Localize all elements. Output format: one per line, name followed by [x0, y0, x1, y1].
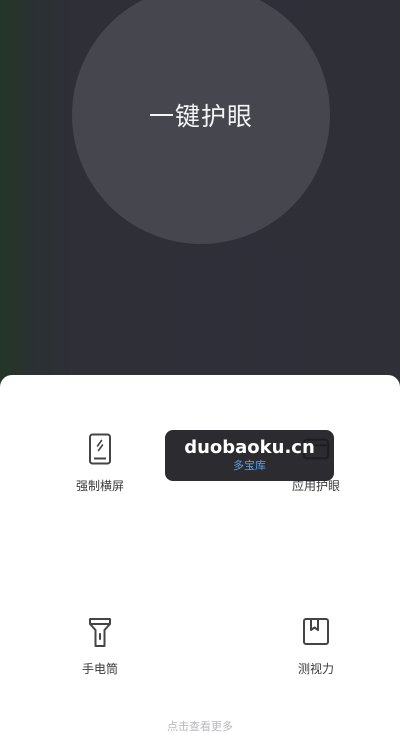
tools-sheet: 强制横屏 应用护眼 手电筒 测视力 [0, 375, 400, 735]
watermark-overlay: duobaoku.cn 多宝库 [165, 430, 334, 481]
vision-test-label: 测视力 [297, 662, 334, 676]
flashlight-button[interactable]: 手电筒 [40, 615, 160, 677]
eye-protect-button-label: 一键护眼 [148, 102, 253, 131]
force-landscape-label: 强制横屏 [75, 479, 124, 493]
watermark-site: duobaoku.cn [184, 437, 315, 458]
view-more-link[interactable]: 点击查看更多 [0, 718, 400, 734]
one-click-eye-protect-button[interactable]: 一键护眼 [72, 0, 330, 244]
phone-rotate-icon [86, 432, 114, 466]
vision-test-button[interactable]: 测视力 [256, 615, 376, 677]
book-bookmark-icon [302, 615, 330, 649]
flashlight-label: 手电筒 [81, 662, 118, 676]
force-landscape-button[interactable]: 强制横屏 [40, 432, 160, 494]
flashlight-icon [86, 615, 114, 649]
eye-protect-panel: 一键护眼 [0, 0, 400, 395]
watermark-name: 多宝库 [233, 459, 266, 472]
